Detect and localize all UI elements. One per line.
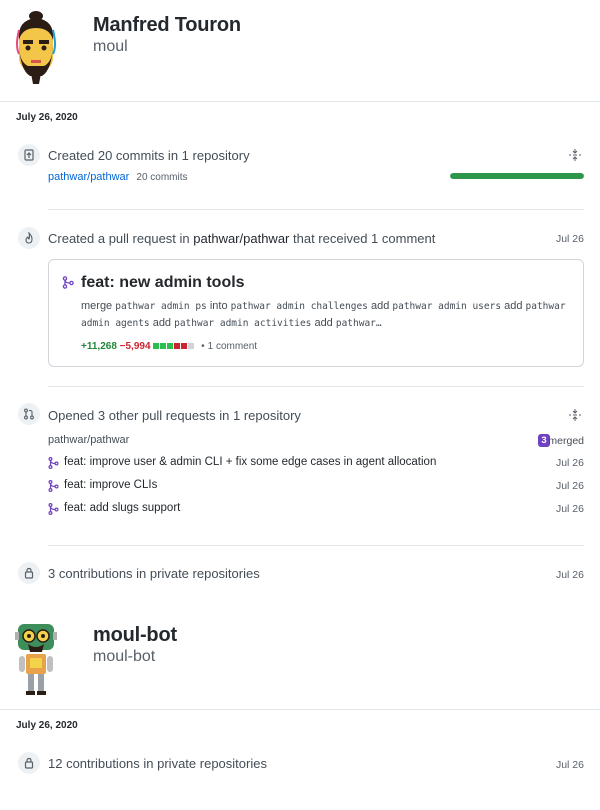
divider bbox=[0, 709, 600, 710]
commits-progress-bar bbox=[450, 173, 584, 179]
pr-title-link[interactable]: feat: add slugs support bbox=[64, 502, 180, 514]
pr-title-link[interactable]: feat: improve user & admin CLI + fix som… bbox=[64, 456, 436, 468]
inline-code: pathwar admin ps bbox=[115, 301, 207, 312]
diffstat-block bbox=[188, 343, 195, 349]
pr-title-link[interactable]: feat: improve CLIs bbox=[64, 479, 157, 491]
divider bbox=[48, 209, 584, 210]
activity-date: Jul 26 bbox=[555, 233, 584, 245]
divider bbox=[48, 386, 584, 387]
description-text: into bbox=[206, 300, 231, 312]
pr-date: Jul 26 bbox=[555, 480, 584, 492]
fold-icon[interactable] bbox=[568, 148, 582, 162]
repo-link[interactable]: pathwar/pathwar bbox=[48, 434, 129, 446]
activity-date: Jul 26 bbox=[555, 569, 584, 581]
avatar[interactable] bbox=[10, 10, 62, 90]
git-merge-icon bbox=[48, 503, 59, 515]
commits-activity-title: Created 20 commits in 1 repository bbox=[48, 148, 250, 163]
pr-description: merge pathwar admin ps into pathwar admi… bbox=[81, 298, 571, 332]
stat-separator: • bbox=[201, 341, 205, 352]
private-contributions-title: 12 contributions in private repositories bbox=[48, 756, 267, 771]
lock-icon bbox=[18, 562, 40, 584]
git-pull-request-icon bbox=[18, 403, 40, 425]
diffstat-bar bbox=[153, 341, 195, 352]
description-text: merge bbox=[81, 300, 116, 312]
list-item[interactable]: feat: add slugs support Jul 26 bbox=[48, 502, 584, 518]
opened-prs-title: Opened 3 other pull requests in 1 reposi… bbox=[48, 408, 301, 423]
inline-code: pathwar admin activities bbox=[174, 318, 312, 329]
git-pull-request-icon bbox=[62, 276, 74, 289]
divider bbox=[0, 101, 600, 102]
inline-code: pathwar admin challenges bbox=[230, 301, 368, 312]
description-text: add bbox=[501, 300, 526, 312]
pr-date: Jul 26 bbox=[555, 503, 584, 515]
avatar[interactable] bbox=[14, 618, 58, 698]
flame-icon bbox=[18, 227, 40, 249]
fold-icon[interactable] bbox=[568, 408, 582, 422]
merged-label: merged bbox=[548, 435, 584, 447]
created-pr-title: Created a pull request in pathwar/pathwa… bbox=[48, 231, 435, 246]
progress-fill bbox=[450, 173, 584, 179]
inline-code: pathwar… bbox=[335, 318, 382, 329]
comments-count: 1 comment bbox=[207, 341, 258, 352]
diffstat-block bbox=[174, 343, 181, 349]
additions-count: +11,268 bbox=[81, 341, 117, 352]
repo-link[interactable]: pathwar/pathwar bbox=[193, 231, 289, 246]
pr-stats: +11,268 −5,994 • 1 comment bbox=[81, 341, 257, 352]
git-merge-icon bbox=[48, 480, 59, 492]
commit-count[interactable]: 20 commits bbox=[136, 172, 187, 183]
commits-repo-row: pathwar/pathwar 20 commits bbox=[48, 171, 188, 183]
profile-login: moul bbox=[93, 38, 128, 55]
diffstat-block bbox=[181, 343, 188, 349]
repo-push-icon bbox=[18, 144, 40, 166]
activity-date-header: July 26, 2020 bbox=[16, 112, 78, 123]
inline-code: pathwar admin users bbox=[392, 301, 502, 312]
diffstat-block bbox=[167, 343, 174, 349]
description-text: add bbox=[149, 317, 175, 329]
description-text: add bbox=[311, 317, 336, 329]
title-suffix: that received 1 comment bbox=[289, 231, 436, 246]
profile-login: moul-bot bbox=[93, 648, 156, 665]
profile-name[interactable]: Manfred Touron bbox=[93, 14, 241, 37]
git-merge-icon bbox=[48, 457, 59, 469]
activity-date: Jul 26 bbox=[555, 759, 584, 771]
list-item[interactable]: feat: improve CLIs Jul 26 bbox=[48, 479, 584, 495]
activity-date-header: July 26, 2020 bbox=[16, 720, 78, 731]
repo-link[interactable]: pathwar/pathwar bbox=[48, 171, 129, 183]
pr-date: Jul 26 bbox=[555, 457, 584, 469]
diffstat-block bbox=[160, 343, 167, 349]
description-text: add bbox=[367, 300, 393, 312]
list-item[interactable]: feat: improve user & admin CLI + fix som… bbox=[48, 456, 584, 472]
diffstat-block bbox=[153, 343, 160, 349]
profile-name[interactable]: moul-bot bbox=[93, 624, 177, 647]
divider bbox=[48, 545, 584, 546]
private-contributions-title: 3 contributions in private repositories bbox=[48, 566, 260, 581]
pull-request-card: feat: new admin tools merge pathwar admi… bbox=[48, 259, 584, 367]
pr-title-link[interactable]: feat: new admin tools bbox=[81, 274, 245, 292]
lock-icon bbox=[18, 752, 40, 774]
title-prefix: Created a pull request in bbox=[48, 231, 194, 246]
deletions-count: −5,994 bbox=[119, 341, 151, 352]
